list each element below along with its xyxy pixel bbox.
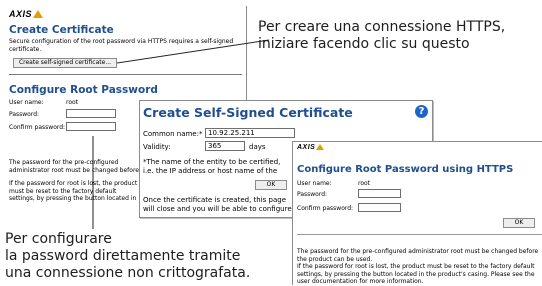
callout-direct: Per configurare la password direttamente…	[5, 231, 250, 282]
callout-https-line-2: iniziare facendo clic su questo	[258, 36, 470, 52]
callout-https-line-1: Per creare una connessione HTTPS,	[258, 19, 506, 35]
callout-line-https	[116, 39, 270, 64]
callout-direct-line-2: la password direttamente tramite	[5, 248, 241, 264]
callout-direct-line-1: Per configurare	[5, 231, 112, 247]
callout-https: Per creare una connessione HTTPS, inizia…	[258, 19, 505, 53]
callout-direct-line-3: una connessione non crittografata.	[5, 265, 251, 281]
